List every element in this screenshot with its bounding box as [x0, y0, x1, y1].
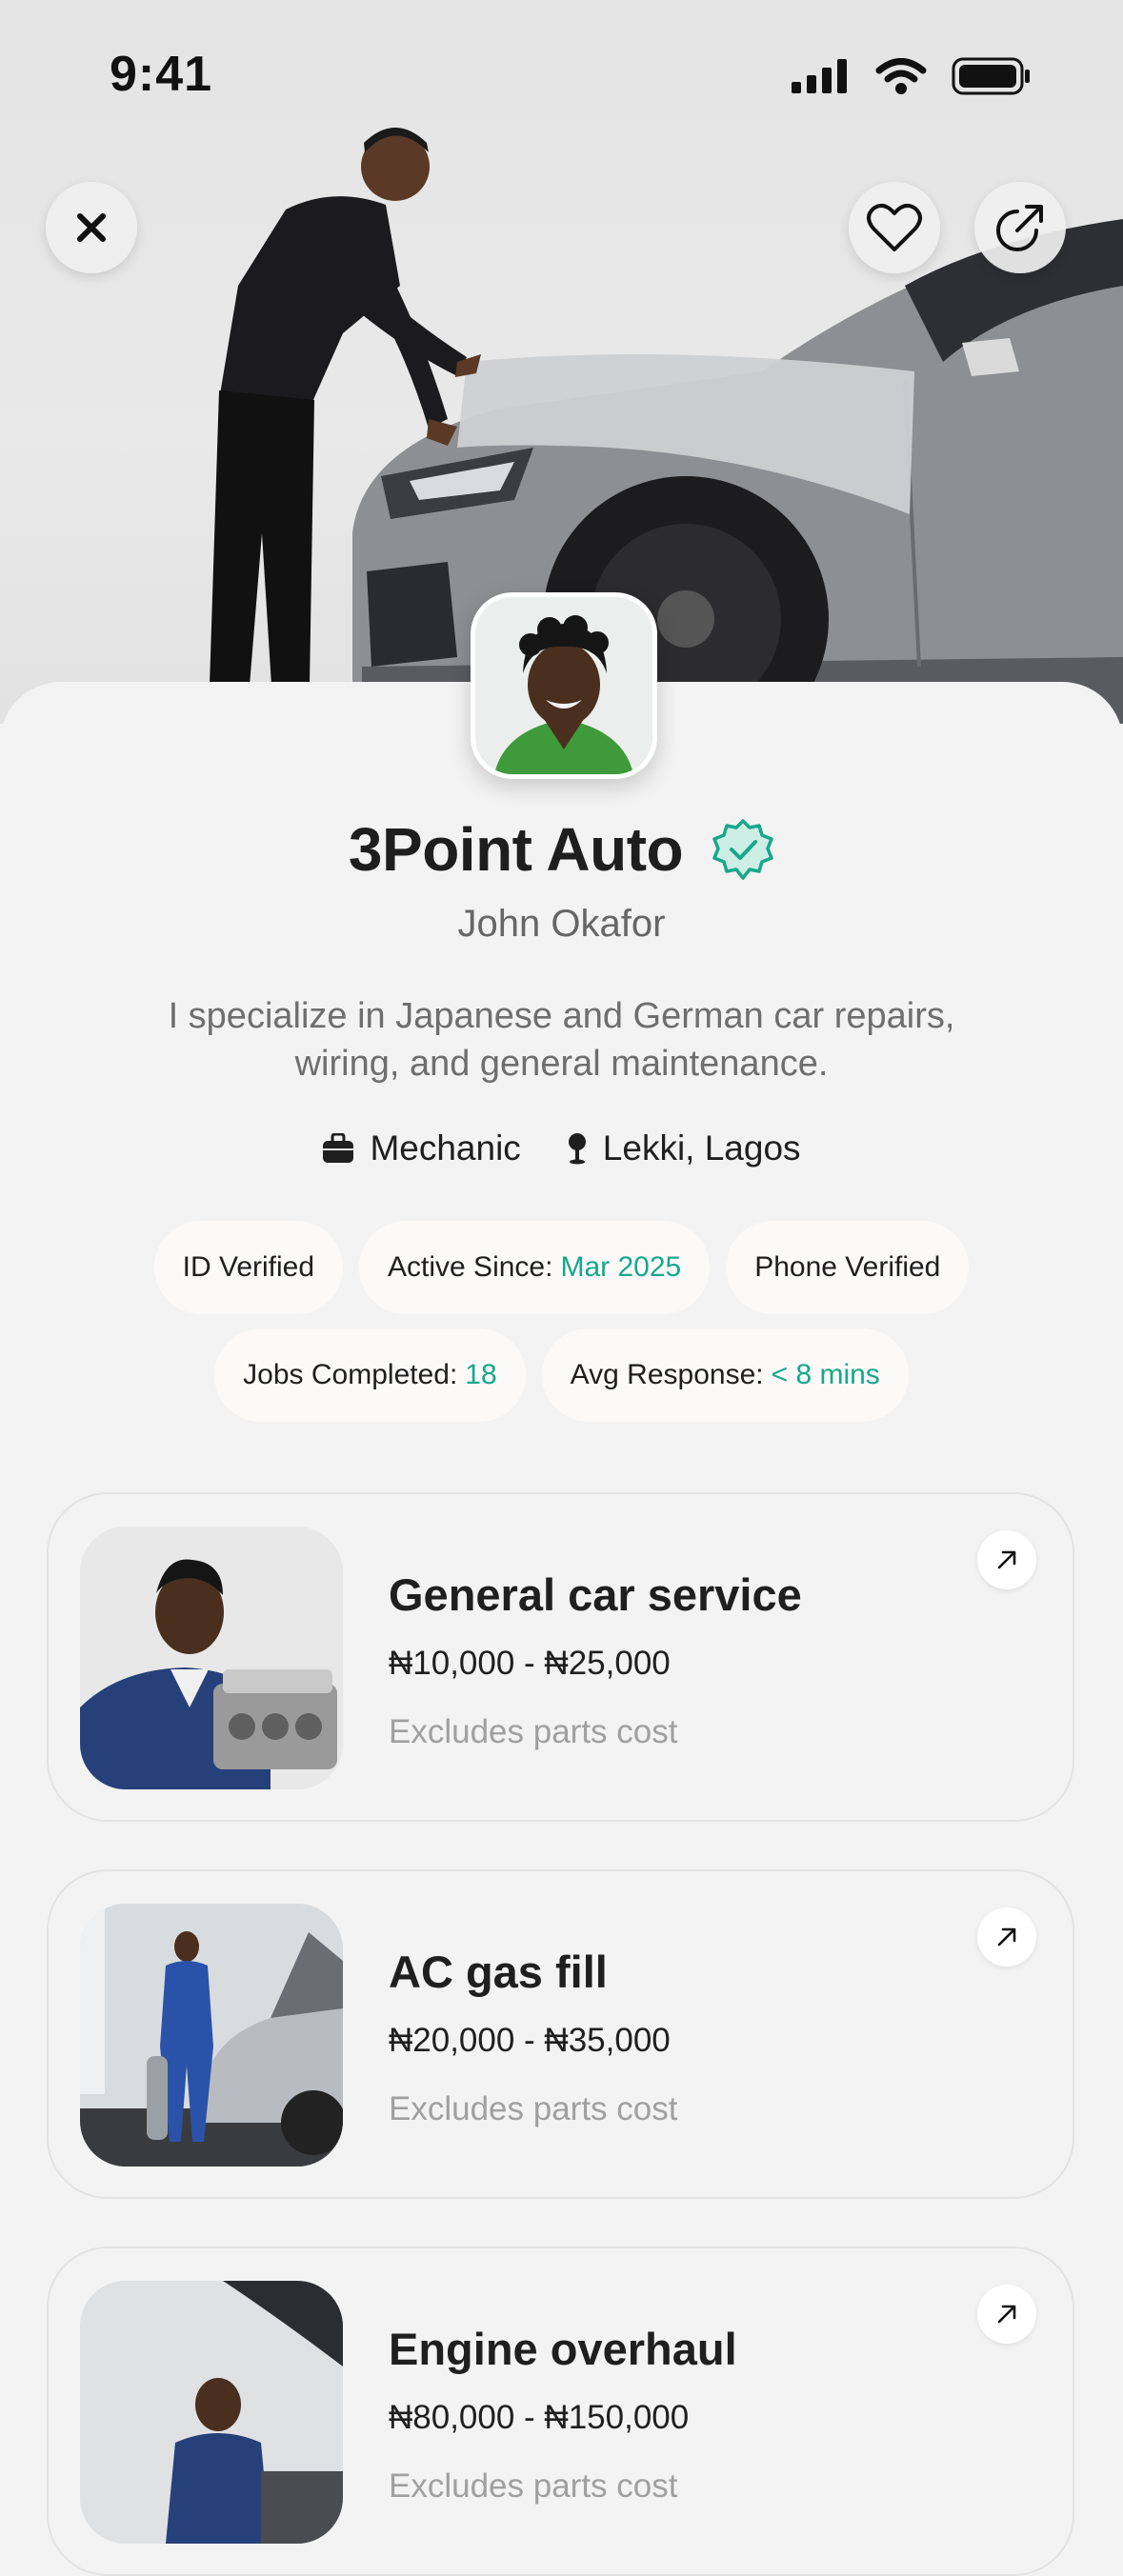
owner-name: John Okafor: [457, 903, 666, 945]
service-title: AC gas fill: [389, 1947, 608, 1997]
location-pin-icon: [568, 1133, 586, 1165]
status-icons: [792, 57, 1032, 95]
close-icon: [77, 213, 106, 242]
phone-verified-label: Phone Verified: [754, 1251, 941, 1283]
service-image: [80, 1904, 343, 2167]
favorite-button[interactable]: [849, 182, 940, 273]
status-time: 9:41: [110, 47, 213, 102]
arrow-up-right-icon: [997, 1550, 1016, 1569]
arrow-up-right-icon: [997, 1927, 1016, 1947]
business-name: 3Point Auto: [348, 815, 684, 884]
open-service-button[interactable]: [977, 2285, 1036, 2344]
signal-icon: [792, 59, 847, 93]
service-card[interactable]: Engine overhaul ₦80,000 - ₦150,000 Exclu…: [47, 2247, 1074, 2576]
id-verified-chip: ID Verified: [153, 1221, 344, 1314]
location-label: Lekki, Lagos: [602, 1128, 801, 1168]
profile-photo: [475, 597, 652, 774]
service-price: ₦20,000 - ₦35,000: [389, 2022, 671, 2059]
bio-text: I specialize in Japanese and German car …: [168, 996, 955, 1084]
share-button[interactable]: [974, 182, 1066, 273]
active-since-label: Active Since:: [388, 1251, 553, 1283]
service-title: General car service: [389, 1569, 802, 1620]
battery-icon: [952, 57, 1030, 95]
service-image: [80, 2281, 343, 2544]
category: Mechanic: [322, 1128, 521, 1168]
service-card[interactable]: General car service ₦10,000 - ₦25,000 Ex…: [47, 1492, 1074, 1822]
location: Lekki, Lagos: [567, 1128, 801, 1168]
avatar: [471, 592, 657, 779]
avg-response-value: < 8 mins: [771, 1359, 880, 1390]
arrow-up-right-icon: [997, 2305, 1016, 2324]
service-title: Engine overhaul: [389, 2324, 737, 2374]
wifi-icon: [875, 58, 927, 94]
category-label: Mechanic: [370, 1128, 521, 1168]
jobs-completed-value: 18: [465, 1359, 497, 1390]
mechanic-under-hood-photo: [80, 2281, 343, 2544]
phone-verified-chip: Phone Verified: [726, 1221, 970, 1314]
briefcase-icon: [323, 1133, 354, 1163]
service-note: Excludes parts cost: [389, 2090, 678, 2127]
service-price: ₦80,000 - ₦150,000: [389, 2399, 690, 2436]
active-since-chip: Active Since: Mar 2025: [359, 1221, 711, 1314]
badge-row-2: Jobs Completed: 18 Avg Response: < 8 min…: [0, 1328, 1123, 1422]
verified-badge-icon: [712, 819, 773, 880]
avg-response-label: Avg Response:: [570, 1359, 764, 1390]
mechanic-with-gas-cylinder-photo: [80, 1904, 343, 2167]
title-row: 3Point Auto: [0, 814, 1123, 885]
service-note: Excludes parts cost: [389, 1713, 678, 1750]
avg-response-chip: Avg Response: < 8 mins: [541, 1328, 909, 1422]
service-card[interactable]: AC gas fill ₦20,000 - ₦35,000 Excludes p…: [47, 1869, 1074, 2199]
heart-icon: [867, 203, 922, 251]
meta-row: Mechanic Lekki, Lagos: [0, 1128, 1123, 1168]
active-since-value: Mar 2025: [560, 1251, 682, 1283]
jobs-completed-label: Jobs Completed:: [243, 1359, 458, 1390]
close-button[interactable]: [46, 182, 137, 273]
id-verified-label: ID Verified: [182, 1251, 315, 1283]
service-price: ₦10,000 - ₦25,000: [389, 1645, 671, 1682]
badge-row-1: ID Verified Active Since: Mar 2025 Phone…: [0, 1221, 1123, 1314]
mechanic-with-engine-photo: [80, 1527, 343, 1789]
open-service-button[interactable]: [977, 1907, 1036, 1967]
jobs-completed-chip: Jobs Completed: 18: [214, 1328, 526, 1422]
service-note: Excludes parts cost: [389, 2467, 678, 2505]
service-image: [80, 1527, 343, 1789]
open-service-button[interactable]: [977, 1530, 1036, 1589]
share-icon: [996, 205, 1043, 251]
